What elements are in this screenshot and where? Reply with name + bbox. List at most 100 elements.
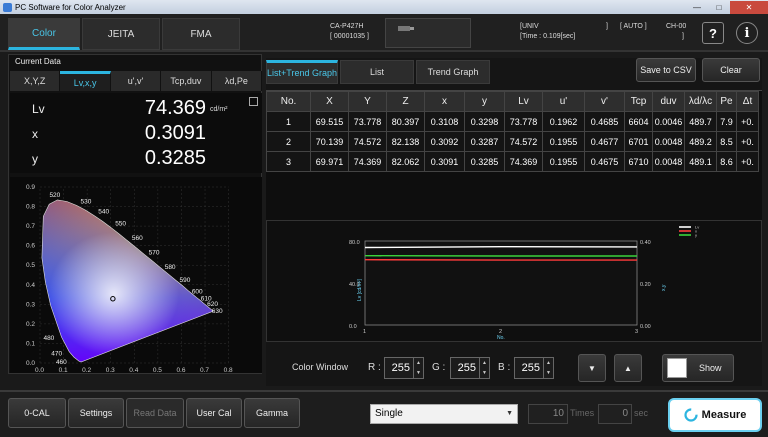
column-header[interactable]: Lv (504, 91, 543, 112)
time-text: [Time : 0.109[sec] (520, 33, 576, 40)
wavelength-label: 580 (165, 264, 176, 271)
tab-fma[interactable]: FMA (162, 18, 240, 50)
spin-up-icon[interactable]: ▲ (544, 358, 553, 368)
times-input[interactable]: 10 (528, 404, 568, 424)
table-cell: 1 (266, 111, 311, 132)
value-number: 74.369 (144, 97, 206, 119)
auto-text: [ AUTO ] (620, 23, 647, 30)
r-spinner[interactable]: 255 ▲ ▼ (384, 357, 424, 379)
current-data-tabs: X,Y,Z Lv,x,y u',v' Tcp,duv λd,Pe (10, 71, 263, 91)
x-tick-label: 0.4 (129, 367, 138, 373)
table-cell: 8.6 (716, 151, 737, 172)
column-header[interactable]: x (424, 91, 465, 112)
help-icon[interactable]: ? (702, 22, 724, 44)
tab-jeita[interactable]: JEITA (82, 18, 160, 50)
spin-up-icon[interactable]: ▲ (480, 358, 489, 368)
table-row[interactable]: 2 70.139 74.572 82.138 0.3092 0.3287 74.572 0.1… (266, 131, 759, 152)
column-header[interactable]: v' (584, 91, 625, 112)
tab-tcp-duv[interactable]: Tcp,duv (161, 71, 212, 91)
g-value[interactable]: 255 (451, 358, 479, 378)
g-spinner[interactable]: 255 ▲ ▼ (450, 357, 490, 379)
bottom-bar: 0-CAL Settings Read Data User Cal Gamma … (0, 390, 768, 437)
table-cell: 82.062 (386, 151, 425, 172)
gamma-button[interactable]: Gamma (244, 398, 300, 428)
arrow-up-button[interactable]: ▲ (614, 354, 642, 382)
column-header[interactable]: Δt (736, 91, 759, 112)
arrow-up-icon: ▲ (624, 363, 632, 373)
tab-color[interactable]: Color (8, 18, 80, 50)
table-cell: 2 (266, 131, 311, 152)
user-cal-button[interactable]: User Cal (186, 398, 242, 428)
column-header[interactable]: X (310, 91, 349, 112)
column-header[interactable]: Y (348, 91, 387, 112)
table-cell: 8.5 (716, 131, 737, 152)
minimize-icon[interactable]: — (686, 1, 708, 14)
spin-down-icon[interactable]: ▼ (544, 368, 553, 378)
x-tick-label: 0.3 (106, 367, 115, 373)
tab-uv[interactable]: u',v' (110, 71, 162, 91)
column-header[interactable]: duv (652, 91, 685, 112)
table-cell: 73.778 (504, 111, 543, 132)
column-header[interactable]: Z (386, 91, 425, 112)
tab-lvxy[interactable]: Lv,x,y (60, 71, 111, 91)
wavelength-label: 540 (98, 209, 109, 216)
tab-trend-graph[interactable]: Trend Graph (416, 60, 490, 84)
tab-xyz[interactable]: X,Y,Z (10, 71, 61, 91)
cie-chromaticity-diagram: 520 530 540 550 560 570 580 590 600 610 620 630 480 4… (10, 177, 262, 374)
times-label: Times (570, 408, 595, 418)
table-cell: 74.572 (348, 131, 387, 152)
spin-down-icon[interactable]: ▼ (414, 368, 423, 378)
clear-button[interactable]: Clear (702, 58, 760, 82)
device-info: CA-P427H [ 00001035 ] (330, 22, 369, 42)
value-number: 0.3091 (144, 122, 206, 144)
tab-ld-pe[interactable]: λd,Pe (211, 71, 263, 91)
save-csv-button[interactable]: Save to CSV (636, 58, 696, 82)
spin-down-icon[interactable]: ▼ (480, 368, 489, 378)
b-value[interactable]: 255 (515, 358, 543, 378)
table-cell: 80.397 (386, 111, 425, 132)
column-header[interactable]: Tcp (624, 91, 653, 112)
table-cell: 7.9 (716, 111, 737, 132)
table-cell: 0.1955 (542, 151, 585, 172)
y-tick-label: 0.8 (26, 204, 35, 211)
r-value[interactable]: 255 (385, 358, 413, 378)
measure-mode-select[interactable]: Single ▼ (370, 404, 518, 424)
column-header[interactable]: y (464, 91, 505, 112)
b-label: B : (498, 362, 511, 373)
zero-cal-button[interactable]: 0-CAL (8, 398, 66, 428)
value-name: y (32, 152, 38, 166)
settings-button[interactable]: Settings (68, 398, 124, 428)
value-name: x (32, 127, 38, 141)
table-cell: 0.1962 (542, 111, 585, 132)
table-cell: 489.1 (684, 151, 717, 172)
table-cell: 73.778 (348, 111, 387, 132)
table-cell: 0.3285 (464, 151, 505, 172)
interval-input[interactable]: 0 (598, 404, 632, 424)
device-status-box (385, 18, 471, 48)
tab-list-trend[interactable]: List+Trend Graph (266, 60, 338, 84)
arrow-down-button[interactable]: ▼ (578, 354, 606, 382)
table-row[interactable]: 1 69.515 73.778 80.397 0.3108 0.3298 73.778 0.1… (266, 111, 759, 132)
column-header[interactable]: No. (266, 91, 311, 112)
wavelength-label: 460 (56, 359, 67, 366)
column-header[interactable]: u' (542, 91, 585, 112)
show-button[interactable]: Show (662, 354, 734, 382)
column-header[interactable]: λd/λc (684, 91, 717, 112)
results-table: No. X Y Zx y Lv u' v' Tcp duv λd/λc Pe Δt 1 69.515 73.… (266, 90, 762, 238)
table-row[interactable]: 3 69.971 74.369 82.062 0.3091 0.3285 74.369 0.1… (266, 151, 759, 172)
tab-list[interactable]: List (340, 60, 414, 84)
maximize-icon[interactable]: □ (708, 1, 730, 14)
spin-up-icon[interactable]: ▲ (414, 358, 423, 368)
probe-icon (398, 26, 414, 31)
trend-y-right-tick: 0.40 (640, 240, 651, 246)
x-tick-label: 0.1 (59, 367, 68, 373)
b-spinner[interactable]: 255 ▲ ▼ (514, 357, 554, 379)
info-icon[interactable]: i (736, 22, 758, 44)
table-cell: 82.138 (386, 131, 425, 152)
close-icon[interactable]: ✕ (730, 0, 768, 14)
read-data-button[interactable]: Read Data (126, 398, 184, 428)
wavelength-label: 550 (115, 221, 126, 228)
measure-button[interactable]: Measure (668, 398, 762, 432)
column-header[interactable]: Pe (716, 91, 737, 112)
app-icon (3, 2, 12, 12)
